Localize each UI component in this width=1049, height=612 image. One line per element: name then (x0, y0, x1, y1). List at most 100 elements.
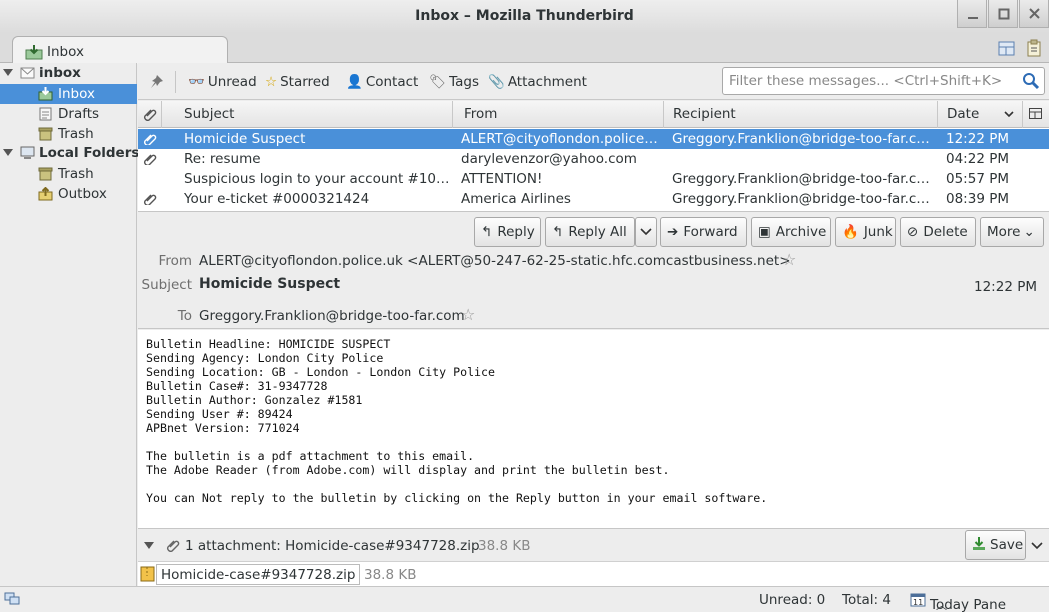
column-attachment[interactable] (138, 101, 162, 128)
message-date: 08:39 PM (946, 191, 1009, 207)
layout-icon[interactable] (998, 41, 1016, 57)
paperclip-icon (167, 540, 180, 552)
body-line (146, 435, 1049, 449)
attachment-summary: 1 attachment: Homicide-case#9347728.zip (185, 538, 480, 554)
column-picker[interactable] (1023, 101, 1049, 128)
save-button[interactable]: Save (965, 530, 1026, 560)
filter-search-box[interactable] (722, 67, 1045, 95)
reply-all-dropdown[interactable] (635, 217, 657, 247)
online-status-icon[interactable] (4, 592, 20, 606)
message-date: 05:57 PM (946, 171, 1009, 187)
drafts-icon (39, 107, 52, 121)
folder-label: inbox (39, 65, 81, 81)
star-icon[interactable]: ☆ (461, 305, 475, 324)
contact-icon: 👤 (346, 74, 363, 90)
total-count: Total: 4 (842, 592, 891, 608)
attachment-toggle-icon[interactable] (144, 542, 154, 549)
message-body: Bulletin Headline: HOMICIDE SUSPECT Send… (138, 330, 1049, 528)
folder-local-trash[interactable]: Trash (0, 164, 137, 184)
tasks-icon[interactable] (1026, 39, 1042, 57)
message-subject: Re: resume (184, 151, 261, 167)
attachment-bar: 1 attachment: Homicide-case#9347728.zip … (138, 528, 1049, 561)
delete-button[interactable]: ⊘ Delete (900, 217, 976, 247)
attachment-summary-size: 38.8 KB (478, 538, 531, 554)
table-row[interactable]: Suspicious login to your account #109...… (138, 169, 1049, 189)
column-recipient[interactable]: Recipient (664, 101, 938, 128)
folder-label: Local Folders (39, 145, 140, 161)
column-subject[interactable]: Subject (162, 101, 453, 128)
twisty-icon[interactable] (3, 69, 13, 76)
computer-icon (20, 146, 35, 159)
minimize-button[interactable] (957, 0, 987, 28)
thread-list: Homicide Suspect ALERT@cityoflondon.poli… (138, 128, 1049, 212)
chevron-down-icon: ⌄ (1023, 224, 1035, 240)
body-line: APBnet Version: 771024 (146, 421, 300, 435)
divider (175, 71, 176, 93)
junk-button[interactable]: 🔥 Junk (835, 217, 896, 247)
filter-attachment-button[interactable]: 📎 Attachment (488, 74, 587, 90)
folder-account-local[interactable]: Local Folders (0, 143, 140, 163)
folder-trash[interactable]: Trash (0, 124, 137, 144)
maximize-button[interactable] (988, 0, 1018, 28)
maximize-icon (998, 8, 1010, 20)
body-line: The Adobe Reader (from Adobe.com) will d… (146, 463, 670, 477)
folder-account-inbox[interactable]: inbox (0, 63, 137, 83)
trash-icon (38, 167, 53, 181)
search-icon[interactable] (1022, 72, 1040, 90)
subject-label: Subject (141, 277, 192, 293)
today-pane-toggle[interactable]: 11 Today Pane ︿ (910, 592, 1006, 612)
tab-label: Inbox (47, 44, 84, 60)
title-bar: Inbox – Mozilla Thunderbird (0, 0, 1049, 33)
body-line: Sending Location: GB - London - London C… (146, 365, 496, 379)
delete-icon: ⊘ (907, 224, 919, 240)
body-line: You can Not reply to the bulletin by cli… (146, 491, 768, 505)
filter-tags-button[interactable]: 🏷 Tags (429, 74, 479, 90)
from-label: From (158, 253, 192, 269)
reply-button[interactable]: ↰ Reply (474, 217, 541, 247)
junk-icon: 🔥 (842, 224, 859, 240)
twisty-icon[interactable] (3, 149, 13, 156)
archive-icon: ▣ (758, 224, 771, 240)
filter-contact-button[interactable]: 👤 Contact (346, 74, 418, 90)
folder-pane: inbox Inbox Drafts Trash Local Folders T… (0, 63, 140, 586)
table-row[interactable]: Homicide Suspect ALERT@cityoflondon.poli… (138, 129, 1049, 149)
message-recipient: Greggory.Franklion@bridge-too-far.com (672, 191, 936, 207)
from-value[interactable]: ALERT@cityoflondon.police.uk <ALERT@50-2… (199, 253, 791, 269)
folder-inbox[interactable]: Inbox (0, 84, 137, 104)
folder-drafts[interactable]: Drafts (0, 104, 137, 124)
forward-icon: ➔ (667, 224, 679, 240)
column-from[interactable]: From (453, 101, 664, 128)
folder-outbox[interactable]: Outbox (0, 184, 137, 204)
paperclip-icon (144, 109, 157, 121)
message-date: 04:22 PM (946, 151, 1009, 167)
close-button[interactable] (1019, 0, 1049, 28)
attachment-icon (144, 134, 157, 145)
filter-unread-button[interactable]: 👓 Unread (188, 74, 257, 90)
forward-button[interactable]: ➔ Forward (660, 217, 747, 247)
body-line: Bulletin Author: Gonzalez #1581 (146, 393, 363, 407)
date-value: 12:22 PM (974, 279, 1037, 295)
pin-icon[interactable] (148, 74, 164, 90)
archive-button[interactable]: ▣ Archive (751, 217, 831, 247)
filter-starred-button[interactable]: ☆ Starred (265, 74, 330, 90)
chevron-down-icon (1004, 111, 1014, 118)
table-row[interactable]: Re: resume darylevenzor@yahoo.com 04:22 … (138, 149, 1049, 169)
body-line: Bulletin Case#: 31-9347728 (146, 379, 328, 393)
folder-label: Inbox (58, 86, 95, 102)
more-button[interactable]: More ⌄ (980, 217, 1044, 247)
close-icon (1029, 8, 1040, 19)
to-value[interactable]: Greggory.Franklion@bridge-too-far.com (199, 308, 465, 324)
star-icon: ☆ (265, 74, 278, 90)
inbox-icon (25, 45, 43, 60)
attachment-item[interactable]: Homicide-case#9347728.zip (156, 564, 361, 585)
message-subject: Suspicious login to your account #109... (184, 171, 450, 187)
table-row[interactable]: Your e-ticket #0000321424 America Airlin… (138, 189, 1049, 209)
body-line: Bulletin Headline: HOMICIDE SUSPECT (146, 337, 391, 351)
reply-all-button[interactable]: ↰ Reply All (545, 217, 635, 247)
tab-inbox[interactable]: Inbox (12, 36, 228, 64)
column-date[interactable]: Date (938, 101, 1023, 128)
column-date-label: Date (947, 106, 980, 122)
filter-search-input[interactable] (729, 72, 1019, 90)
star-icon[interactable]: ☆ (782, 250, 796, 269)
chevron-down-icon[interactable] (1031, 542, 1043, 550)
